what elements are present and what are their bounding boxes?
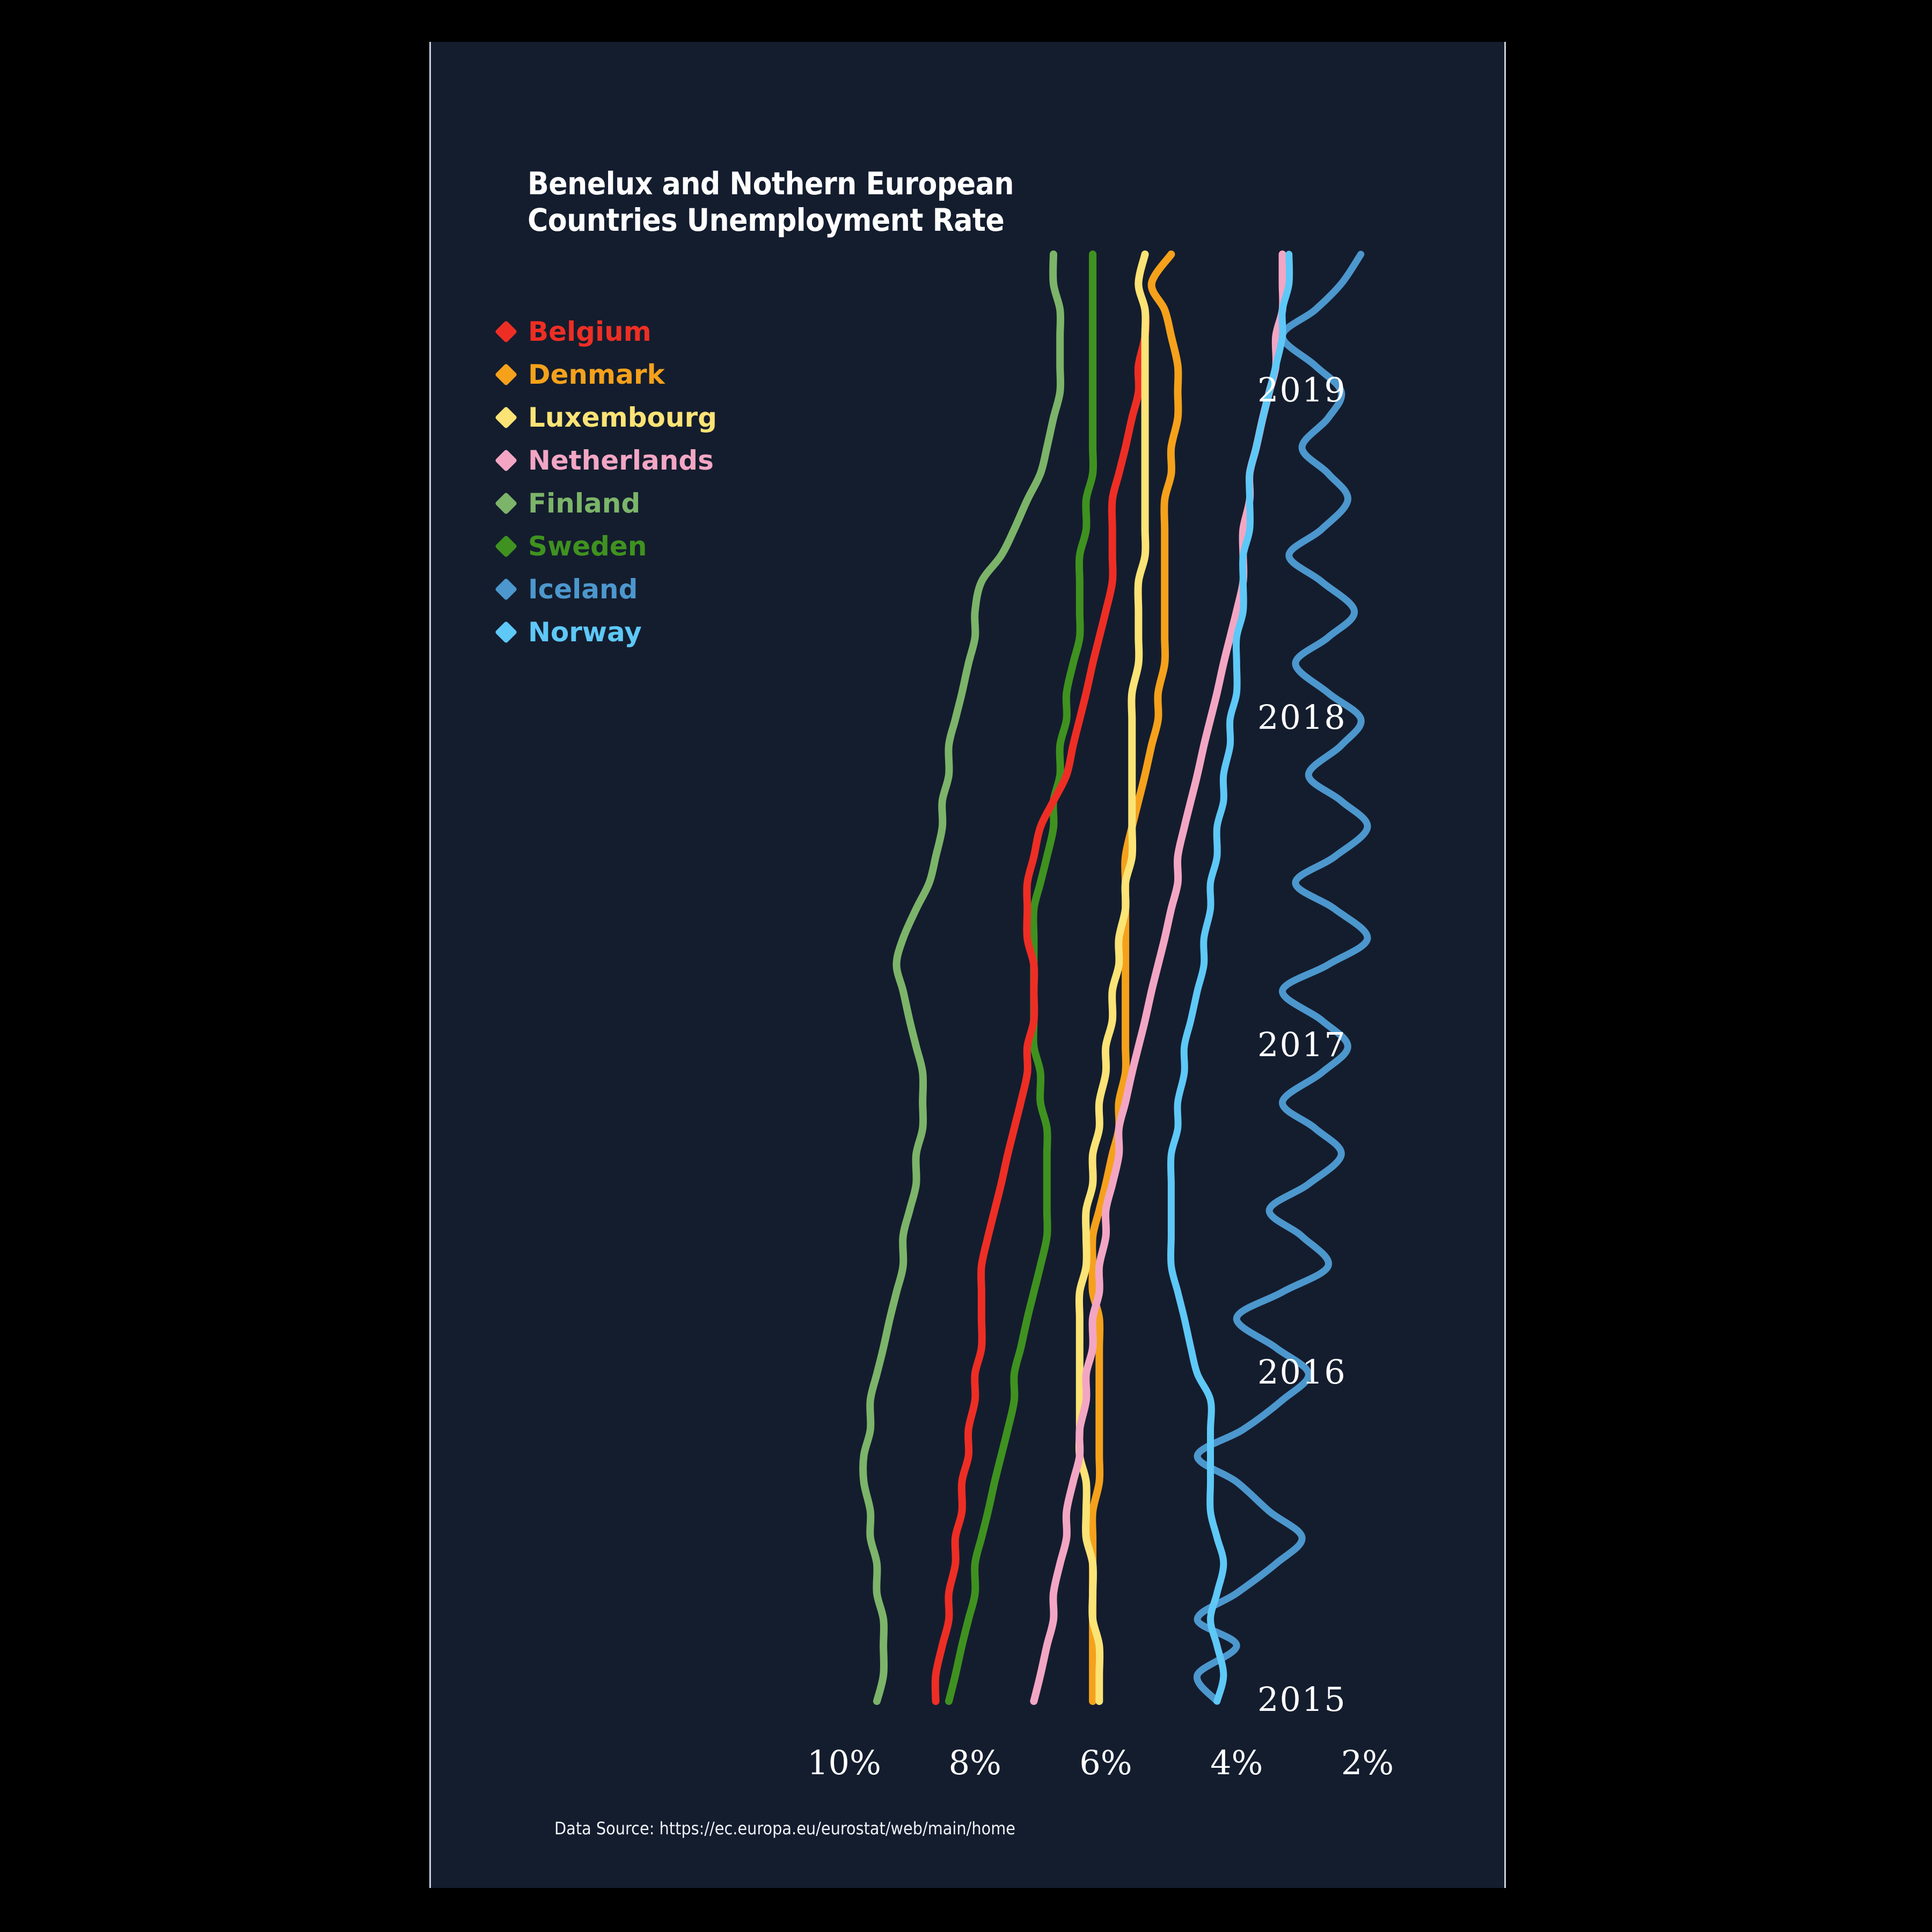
y-tick-label-2017: 2017 [1257,1025,1346,1064]
x-tick-label-4pct: 4% [1210,1743,1263,1782]
series-line-netherlands [1030,250,1287,1705]
legend-label: Norway [528,617,642,648]
y-tick-label-2018: 2018 [1257,698,1346,737]
page-title: Benelux and Nothern European Countries U… [528,165,1064,239]
x-tick-label-10pct: 10% [807,1743,881,1782]
legend-label: Luxembourg [528,402,717,433]
x-tick-label-2pct: 2% [1341,1743,1394,1782]
legend-label: Finland [528,488,641,519]
legend-item-finland[interactable]: Finland [494,482,717,525]
y-tick-label-2015: 2015 [1257,1680,1346,1719]
legend-item-sweden[interactable]: Sweden [494,525,717,568]
legend-diamond-icon [494,620,518,644]
legend-diamond-icon [494,492,518,515]
y-tick-label-2016: 2016 [1257,1352,1346,1392]
legend-item-luxembourg[interactable]: Luxembourg [494,396,717,439]
x-tick-label-6pct: 6% [1079,1743,1132,1782]
series-line-norway [1167,251,1293,1705]
legend-diamond-icon [494,449,518,472]
data-source-caption: Data Source: https://ec.europa.eu/eurost… [554,1818,1015,1839]
x-tick-label-8pct: 8% [948,1743,1001,1782]
series-line-luxembourg [1075,250,1150,1705]
legend-diamond-icon [494,535,518,558]
legend-label: Denmark [528,359,665,390]
legend-label: Belgium [528,316,652,347]
legend-diamond-icon [494,320,518,343]
poster-canvas: Benelux and Nothern European Countries U… [0,0,1932,1932]
series-line-iceland [1194,251,1371,1705]
legend-diamond-icon [494,577,518,601]
legend-label: Sweden [528,531,647,562]
legend-item-norway[interactable]: Norway [494,611,717,654]
title-line-1: Benelux and Nothern European [528,165,1014,202]
y-tick-label-2019: 2019 [1257,370,1346,409]
legend-item-denmark[interactable]: Denmark [494,353,717,396]
chart-legend: Belgium Denmark Luxembourg Netherlands Finla… [494,310,717,654]
legend-item-netherlands[interactable]: Netherlands [494,439,717,482]
legend-label: Netherlands [528,445,714,476]
legend-item-belgium[interactable]: Belgium [494,310,717,353]
title-line-2: Countries Unemployment Rate [528,202,1005,239]
legend-diamond-icon [494,406,518,429]
series-line-denmark [1088,250,1182,1705]
chart-panel: Benelux and Nothern European Countries U… [429,42,1506,1888]
legend-item-iceland[interactable]: Iceland [494,568,717,611]
legend-diamond-icon [494,363,518,386]
legend-label: Iceland [528,574,638,605]
